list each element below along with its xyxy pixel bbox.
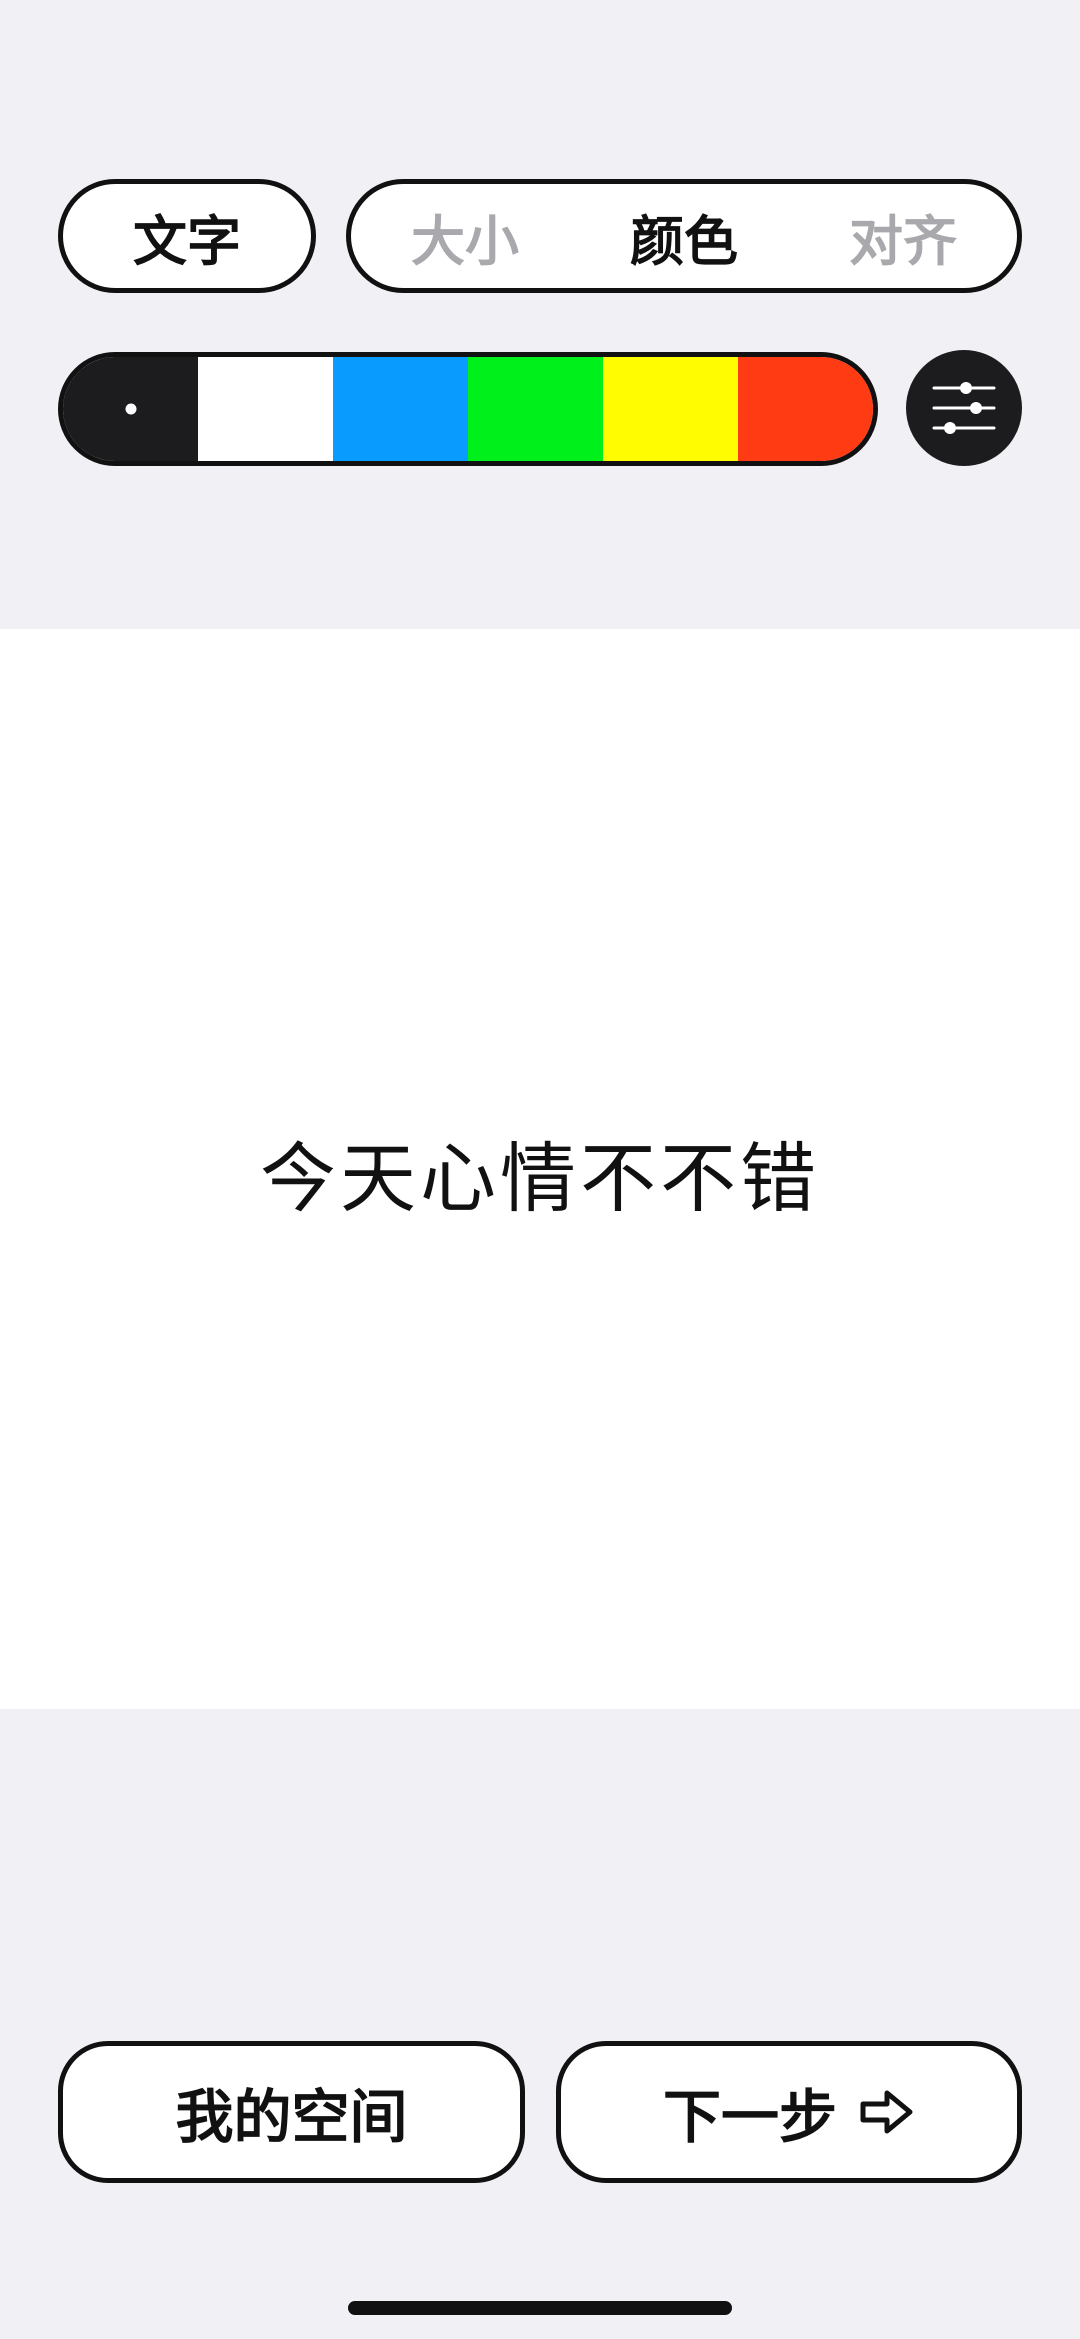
mode-segmented-control: 大小 颜色 对齐 [346,179,1022,293]
settings-button[interactable] [906,350,1022,466]
tab-align[interactable]: 对齐 [849,197,957,276]
tab-color[interactable]: 颜色 [630,197,738,276]
tab-size[interactable]: 大小 [411,197,519,276]
color-swatch-red[interactable] [738,357,873,461]
color-swatch-blue[interactable] [333,357,468,461]
selected-indicator-dot [125,403,136,415]
color-swatch-white[interactable] [198,357,333,461]
next-step-label: 下一步 [662,2083,837,2151]
canvas-text[interactable]: 今天心情不不错 [260,1117,820,1227]
color-palette [58,352,878,466]
arrow-right-outline-icon [859,2088,915,2136]
text-canvas[interactable]: 今天心情不不错 [0,629,1080,1709]
color-swatch-green[interactable] [468,357,603,461]
color-swatch-black[interactable] [63,357,198,461]
home-indicator[interactable] [348,2301,732,2315]
app-screen: 文字 大小 颜色 对齐 今天心情不不错 我的空间 下一步 [0,0,1080,2339]
my-space-button[interactable]: 我的空间 [58,2041,525,2183]
next-step-button[interactable]: 下一步 [556,2041,1022,2183]
text-tool-label: 文字 [133,209,241,273]
my-space-label: 我的空间 [175,2083,408,2151]
sliders-icon [932,382,996,434]
color-swatch-yellow[interactable] [603,357,738,461]
text-tool-button[interactable]: 文字 [58,179,316,293]
